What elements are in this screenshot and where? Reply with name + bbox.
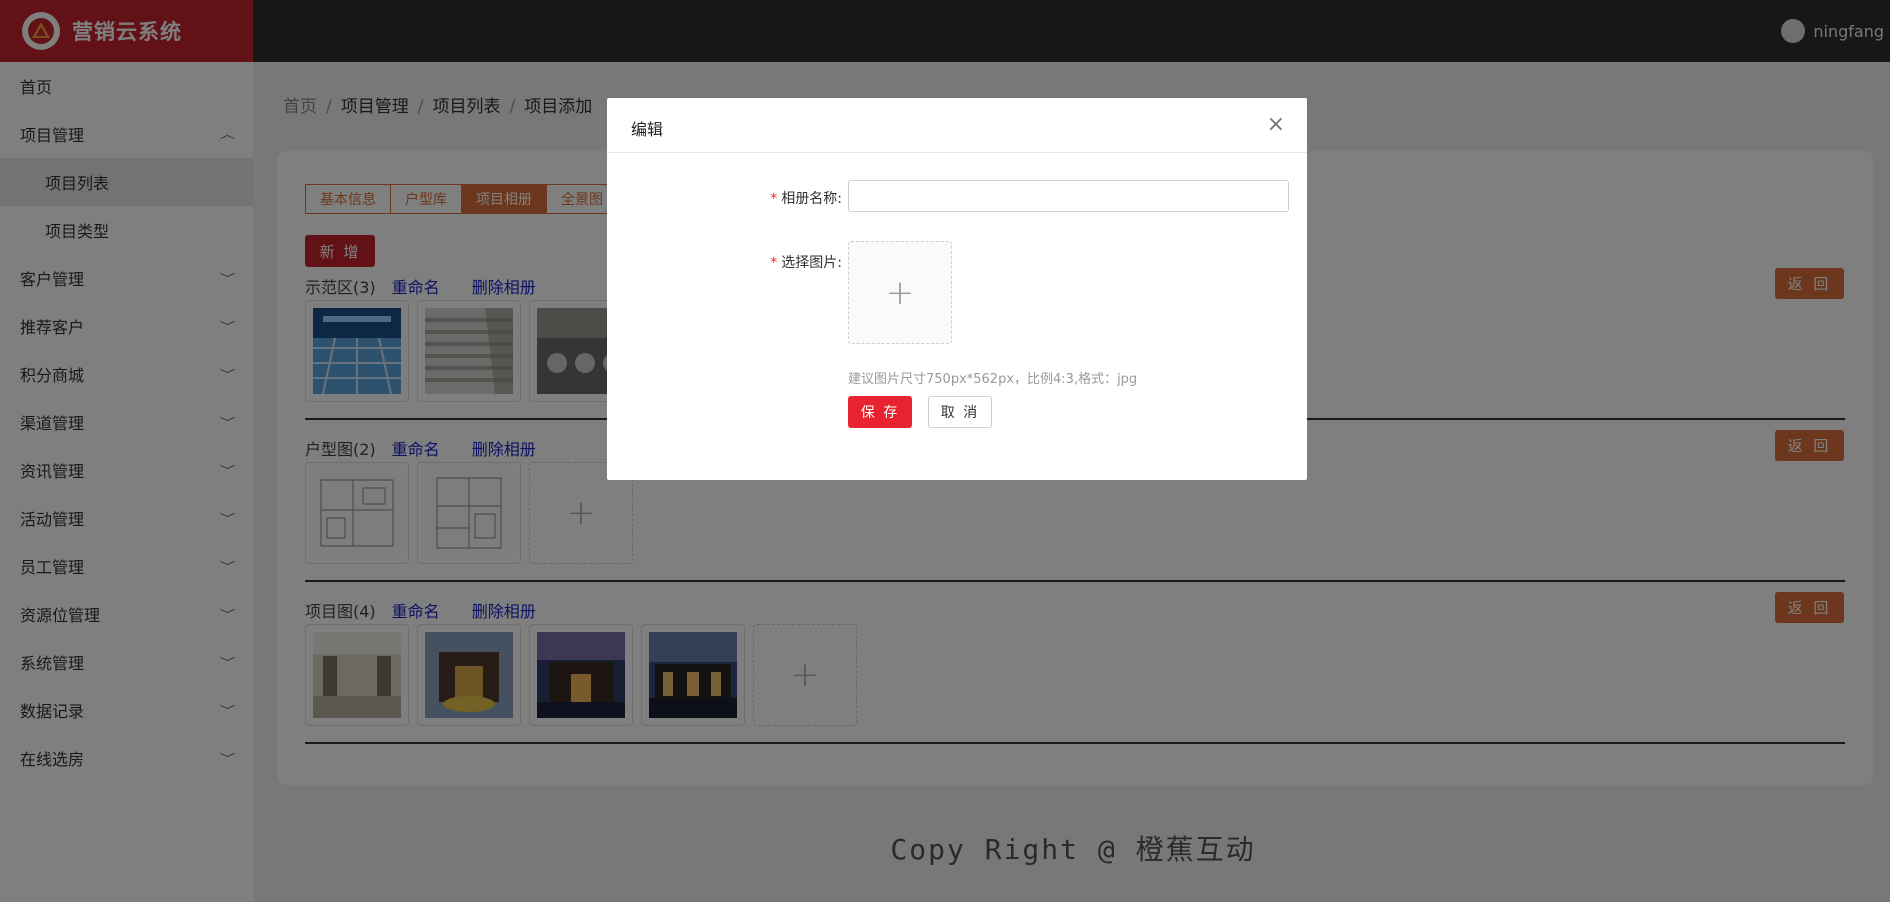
image-upload-button[interactable]: + (848, 241, 952, 344)
cancel-button[interactable]: 取 消 (928, 396, 992, 428)
album-name-input[interactable] (848, 180, 1289, 212)
required-asterisk: * (770, 255, 778, 271)
dialog-title: 编辑 (631, 120, 664, 139)
album-name-label-text: 相册名称: (781, 191, 842, 207)
edit-dialog: 编辑 × * 相册名称: * 选择图片: + 建议图片尺寸750px*562px，比… (607, 98, 1307, 480)
image-size-hint: 建议图片尺寸750px*562px，比例4:3,格式：jpg (848, 372, 1138, 387)
album-name-label: * 相册名称: (642, 188, 842, 208)
dialog-header-divider (607, 152, 1307, 153)
save-button[interactable]: 保 存 (848, 396, 912, 428)
select-image-label: * 选择图片: (642, 252, 842, 272)
plus-icon: + (885, 272, 915, 313)
required-asterisk: * (770, 191, 778, 207)
select-image-label-text: 选择图片: (781, 255, 842, 271)
close-icon[interactable]: × (1267, 114, 1285, 136)
